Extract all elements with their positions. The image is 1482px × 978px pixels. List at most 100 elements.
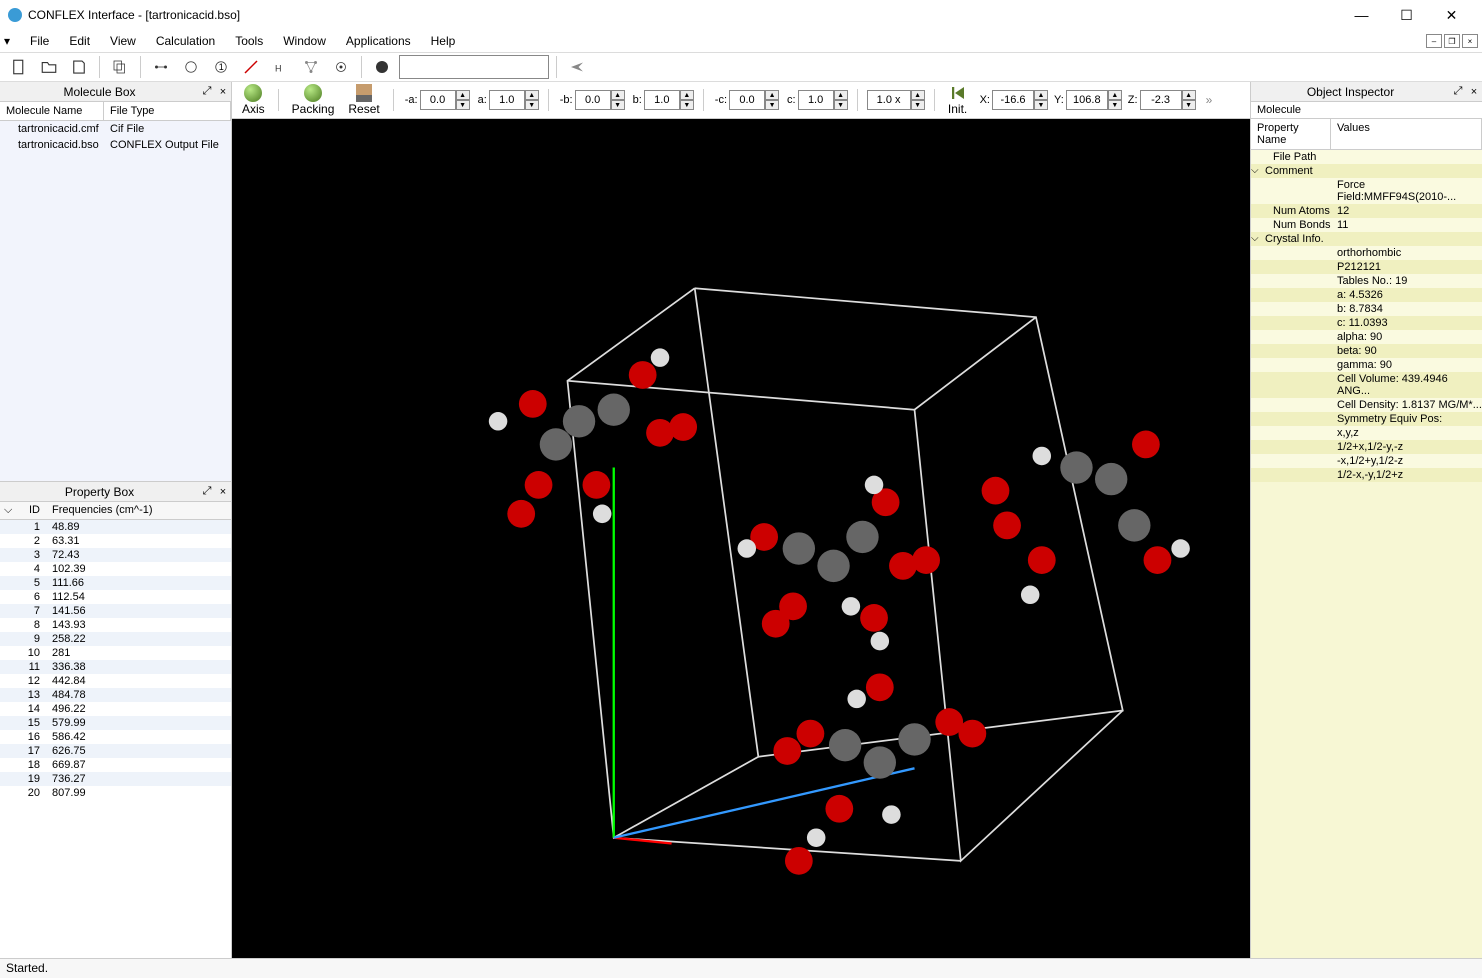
property-row[interactable]: 8143.93 [0, 618, 231, 632]
inspector-row[interactable]: beta: 90 [1251, 344, 1482, 358]
new-file-icon[interactable] [6, 54, 32, 80]
property-row[interactable]: 148.89 [0, 520, 231, 534]
minimize-button[interactable]: — [1339, 0, 1384, 30]
molecule-box-header-type[interactable]: File Type [104, 102, 231, 120]
inspector-row[interactable]: Cell Volume: 439.4946 ANG... [1251, 372, 1482, 398]
copy-icon[interactable] [107, 54, 133, 80]
hydrogen-tool-icon[interactable]: H [268, 54, 294, 80]
property-box-expand-icon[interactable]: ⌵ [0, 502, 14, 519]
range-spinner[interactable]: -a:▲▼ [403, 90, 470, 110]
property-row[interactable]: 14496.22 [0, 702, 231, 716]
rotation-spinner[interactable]: Y:▲▼ [1052, 90, 1122, 110]
rotation-input[interactable] [992, 90, 1034, 110]
close-button[interactable]: ✕ [1429, 0, 1474, 30]
range-input[interactable] [575, 90, 611, 110]
inspector-row[interactable]: b: 8.7834 [1251, 302, 1482, 316]
range-spinner[interactable]: -b:▲▼ [558, 90, 625, 110]
spinner-up-icon[interactable]: ▲ [834, 90, 848, 100]
spinner-down-icon[interactable]: ▼ [1108, 100, 1122, 110]
range-spinner[interactable]: c:▲▼ [785, 90, 848, 110]
zoom-spinner[interactable]: ▲▼ [867, 90, 925, 110]
spinner-down-icon[interactable]: ▼ [765, 100, 779, 110]
inspector-row[interactable]: Num Bonds11 [1251, 218, 1482, 232]
range-input[interactable] [729, 90, 765, 110]
property-row[interactable]: 5111.66 [0, 576, 231, 590]
property-row[interactable]: 11336.38 [0, 660, 231, 674]
menu-file[interactable]: File [20, 31, 59, 51]
rotation-spinner[interactable]: X:▲▼ [978, 90, 1048, 110]
spinner-up-icon[interactable]: ▲ [525, 90, 539, 100]
spinner-down-icon[interactable]: ▼ [525, 100, 539, 110]
spinner-up-icon[interactable]: ▲ [911, 90, 925, 100]
open-file-icon[interactable] [36, 54, 62, 80]
range-input[interactable] [644, 90, 680, 110]
init-button[interactable]: Init. [944, 84, 972, 116]
rotation-spinner[interactable]: Z:▲▼ [1126, 90, 1196, 110]
inspector-row[interactable]: Symmetry Equiv Pos: [1251, 412, 1482, 426]
range-input[interactable] [798, 90, 834, 110]
save-file-icon[interactable] [66, 54, 92, 80]
molecule-style-2-icon[interactable] [178, 54, 204, 80]
globe-icon[interactable] [369, 54, 395, 80]
inspector-row[interactable]: alpha: 90 [1251, 330, 1482, 344]
inspector-row[interactable]: orthorhombic [1251, 246, 1482, 260]
molecule-row[interactable]: tartronicacid.bsoCONFLEX Output File [0, 137, 231, 153]
menu-calculation[interactable]: Calculation [146, 31, 225, 51]
inspector-row[interactable]: -x,1/2+y,1/2-z [1251, 454, 1482, 468]
inspector-row[interactable]: Tables No.: 19 [1251, 274, 1482, 288]
molecule-style-3-icon[interactable]: 1 [208, 54, 234, 80]
property-box-close-icon[interactable]: × [215, 486, 231, 498]
inspector-row[interactable]: Cell Density: 1.8137 MG/M*... [1251, 398, 1482, 412]
spinner-up-icon[interactable]: ▲ [680, 90, 694, 100]
spinner-down-icon[interactable]: ▼ [1182, 100, 1196, 110]
property-row[interactable]: 13484.78 [0, 688, 231, 702]
inspector-pin-icon[interactable]: ⤢ [1450, 85, 1466, 98]
menu-applications[interactable]: Applications [336, 31, 421, 51]
spinner-down-icon[interactable]: ▼ [456, 100, 470, 110]
menu-help[interactable]: Help [421, 31, 466, 51]
inspector-header-property[interactable]: Property Name [1251, 119, 1331, 149]
bond-tool-icon[interactable] [238, 54, 264, 80]
packing-button[interactable]: Packing [288, 84, 339, 116]
settings-tool-icon[interactable] [328, 54, 354, 80]
property-row[interactable]: 15579.99 [0, 716, 231, 730]
inspector-tab[interactable]: Molecule [1251, 102, 1482, 119]
mdi-restore-button[interactable]: ❐ [1444, 34, 1460, 48]
zoom-input[interactable] [867, 90, 911, 110]
property-row[interactable]: 9258.22 [0, 632, 231, 646]
molecule-box-body[interactable]: tartronicacid.cmfCif Filetartronicacid.b… [0, 121, 231, 481]
inspector-body[interactable]: File PathCommentForce Field:MMFF94S(2010… [1251, 150, 1482, 958]
range-spinner[interactable]: -c:▲▼ [713, 90, 779, 110]
maximize-button[interactable]: ☐ [1384, 0, 1429, 30]
inspector-header-values[interactable]: Values [1331, 119, 1482, 149]
property-row[interactable]: 6112.54 [0, 590, 231, 604]
rotation-input[interactable] [1066, 90, 1108, 110]
molecule-box-close-icon[interactable]: × [215, 86, 231, 98]
molecule-viewport[interactable] [232, 119, 1250, 958]
menu-dropdown-icon[interactable]: ▾ [4, 34, 16, 48]
property-box-header-freq[interactable]: Frequencies (cm^-1) [44, 502, 231, 519]
molecule-box-pin-icon[interactable]: ⤢ [199, 85, 215, 98]
inspector-row[interactable]: c: 11.0393 [1251, 316, 1482, 330]
molecule-row[interactable]: tartronicacid.cmfCif File [0, 121, 231, 137]
structure-tool-icon[interactable] [298, 54, 324, 80]
spinner-down-icon[interactable]: ▼ [1034, 100, 1048, 110]
menu-edit[interactable]: Edit [59, 31, 100, 51]
menu-tools[interactable]: Tools [225, 31, 273, 51]
range-spinner[interactable]: b:▲▼ [631, 90, 694, 110]
property-row[interactable]: 10281 [0, 646, 231, 660]
spinner-up-icon[interactable]: ▲ [1182, 90, 1196, 100]
spinner-down-icon[interactable]: ▼ [834, 100, 848, 110]
search-input[interactable] [399, 55, 549, 79]
property-row[interactable]: 372.43 [0, 548, 231, 562]
axis-button[interactable]: Axis [238, 84, 269, 116]
range-input[interactable] [489, 90, 525, 110]
reset-button[interactable]: Reset [344, 84, 383, 116]
run-icon[interactable] [564, 54, 590, 80]
property-row[interactable]: 12442.84 [0, 674, 231, 688]
mdi-minimize-button[interactable]: – [1426, 34, 1442, 48]
menu-view[interactable]: View [100, 31, 146, 51]
inspector-row[interactable]: Comment [1251, 164, 1482, 178]
molecule-box-header-name[interactable]: Molecule Name [0, 102, 104, 120]
property-box-pin-icon[interactable]: ⤢ [199, 485, 215, 498]
